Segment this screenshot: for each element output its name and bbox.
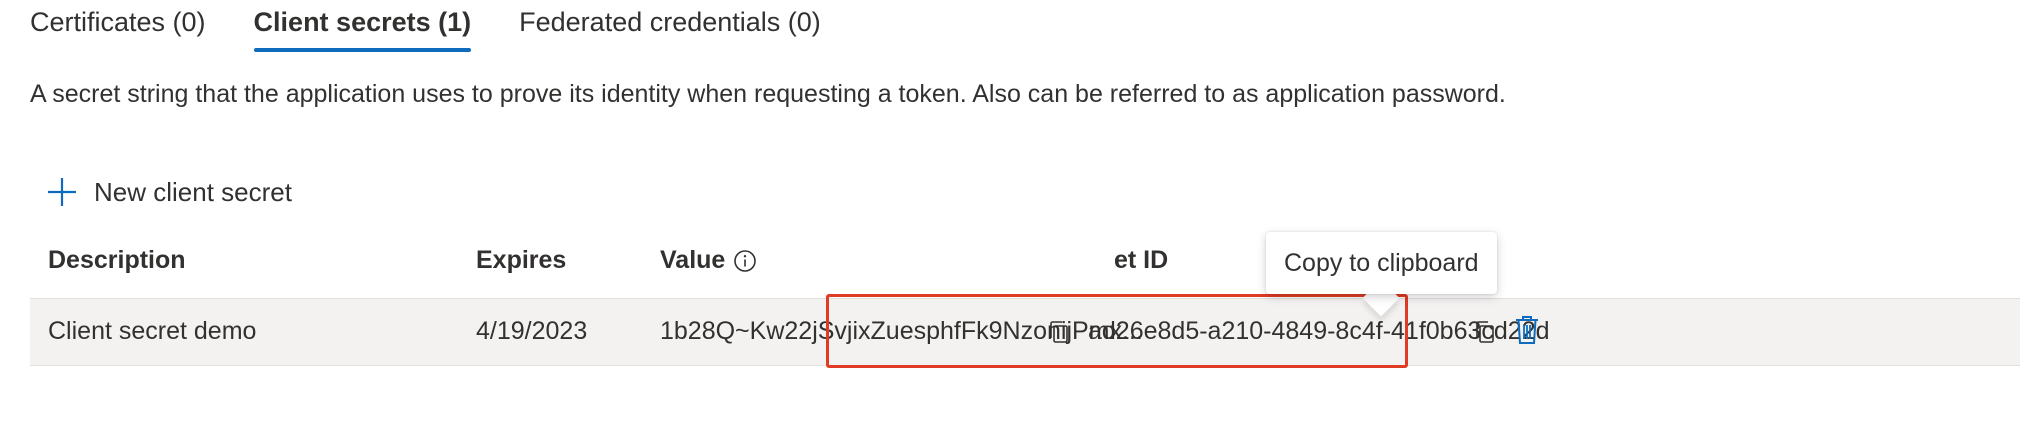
column-header-secret-id[interactable]: et ID <box>1114 246 1168 275</box>
column-header-value[interactable]: Value <box>660 246 757 275</box>
copy-secret-id-icon[interactable] <box>1470 317 1500 347</box>
column-header-expires-label: Expires <box>476 246 567 274</box>
column-header-description-label: Description <box>48 246 186 274</box>
section-description: A secret string that the application use… <box>30 80 1506 108</box>
tab-federated-credentials[interactable]: Federated credentials (0) <box>519 0 821 52</box>
tab-certificates[interactable]: Certificates (0) <box>30 0 206 52</box>
tab-client-secrets[interactable]: Client secrets (1) <box>253 0 471 52</box>
copy-value-icon[interactable] <box>1044 317 1074 347</box>
table-row[interactable]: Client secret demo 4/19/2023 1b28Q~Kw22j… <box>30 298 2020 366</box>
new-client-secret-button[interactable]: New client secret <box>44 172 292 212</box>
copy-tooltip-text: Copy to clipboard <box>1284 248 1479 277</box>
trash-icon[interactable] <box>1510 313 1544 347</box>
column-header-description[interactable]: Description <box>48 246 186 275</box>
tab-list: Certificates (0) Client secrets (1) Fede… <box>30 0 869 56</box>
column-header-secret-id-label: et ID <box>1114 246 1169 274</box>
cell-description: Client secret demo <box>48 317 257 345</box>
column-header-expires[interactable]: Expires <box>476 246 566 275</box>
cell-expires: 4/19/2023 <box>476 317 588 345</box>
column-header-value-label: Value <box>660 246 726 274</box>
info-icon[interactable] <box>733 249 757 273</box>
table-header: Description Expires Value et ID <box>30 234 2020 294</box>
new-client-secret-label: New client secret <box>94 176 292 207</box>
plus-icon <box>48 178 76 206</box>
copy-tooltip: Copy to clipboard <box>1266 232 1497 294</box>
